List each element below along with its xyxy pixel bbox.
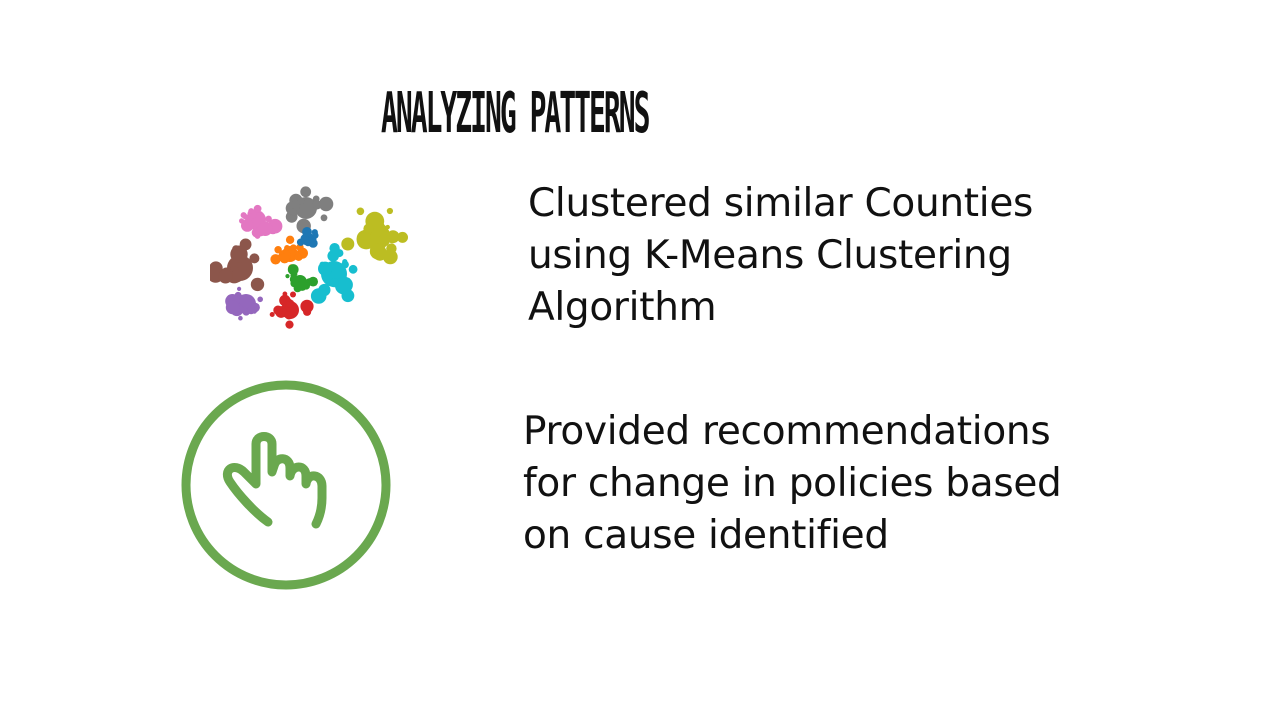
cluster-bubble (297, 197, 305, 205)
cluster-bubble (251, 308, 257, 314)
cluster-bubble (285, 235, 295, 244)
cluster-bubble (238, 315, 243, 321)
clustering-text-line: Algorithm (528, 285, 717, 330)
cluster-bubble (296, 280, 308, 291)
cluster-bubble (386, 207, 393, 215)
cluster-bubble (300, 186, 312, 198)
cluster-bubble (304, 239, 311, 246)
cluster-bubble (363, 223, 374, 234)
cluster-bubble (265, 215, 272, 223)
cluster-bubble (329, 243, 340, 254)
cluster-bubble (379, 222, 385, 228)
recommendations-text-line: on cause identified (523, 513, 889, 558)
cluster-bubble (286, 297, 291, 302)
cluster-bubble (289, 208, 297, 216)
cluster-bubble (282, 291, 288, 297)
clustering-text-line: using K-Means Clustering (528, 233, 1012, 278)
cluster-bubble (302, 227, 312, 237)
cluster-bubbles-icon (210, 186, 408, 329)
cluster-bubble (289, 244, 297, 252)
cluster-bubble (257, 296, 263, 303)
cluster-bubble (285, 320, 294, 329)
cluster-bubble (230, 269, 244, 283)
cluster-bubble (284, 311, 294, 320)
recommendations-text-line: for change in policies based (523, 461, 1062, 506)
cluster-bubble (232, 245, 240, 253)
cluster-bubble (341, 260, 349, 269)
cluster-bubble (320, 214, 328, 222)
cluster-bubble (244, 269, 252, 276)
clustering-text: Clustered similar Counties using K-Means… (528, 178, 1033, 334)
cluster-bubble (248, 208, 255, 214)
hand-icon-outline (222, 432, 327, 529)
cluster-bubble (279, 253, 290, 264)
hand-icon-ring (181, 380, 391, 590)
cluster-bubble (312, 232, 319, 239)
pointing-hand-icon (181, 380, 391, 590)
cluster-bubble (250, 277, 265, 292)
cluster-bubble (242, 214, 249, 220)
cluster-bubble (237, 286, 242, 291)
cluster-bubble (253, 204, 262, 213)
cluster-bubble (341, 237, 355, 251)
cluster-bubble (356, 207, 365, 216)
cluster-bubble (270, 254, 281, 265)
cluster-bubble (385, 224, 390, 230)
cluster-bubble (225, 300, 240, 315)
cluster-bubble (241, 219, 254, 232)
cluster-bubble (249, 253, 260, 264)
cluster-bubble (382, 243, 387, 248)
recommendations-text: Provided recommendations for change in p… (523, 406, 1062, 562)
cluster-bubble (218, 269, 233, 284)
cluster-bubble (318, 196, 334, 212)
cluster-bubble (329, 278, 339, 288)
cluster-bubble (287, 264, 299, 275)
cluster-bubble (269, 312, 275, 317)
cluster-bubble (300, 299, 314, 313)
cluster-bubble (255, 226, 266, 237)
cluster-bubble (319, 261, 325, 267)
cluster-bubble (239, 238, 252, 251)
cluster-bubble (310, 288, 327, 304)
cluster-bubble (290, 291, 296, 298)
cluster-bubble (397, 231, 408, 243)
cluster-bubble (273, 305, 283, 315)
slide-title: ANALYZING PATTERNS (381, 81, 650, 146)
cluster-bubble (308, 276, 318, 287)
cluster-bubble (386, 243, 397, 254)
cluster-bubble (285, 274, 290, 279)
cluster-bubble (348, 264, 358, 274)
recommendations-text-line: Provided recommendations (523, 409, 1051, 454)
slide: ANALYZING PATTERNS Clustered similar Cou… (0, 0, 1280, 720)
clustering-text-line: Clustered similar Counties (528, 181, 1034, 226)
cluster-bubble (284, 245, 290, 251)
